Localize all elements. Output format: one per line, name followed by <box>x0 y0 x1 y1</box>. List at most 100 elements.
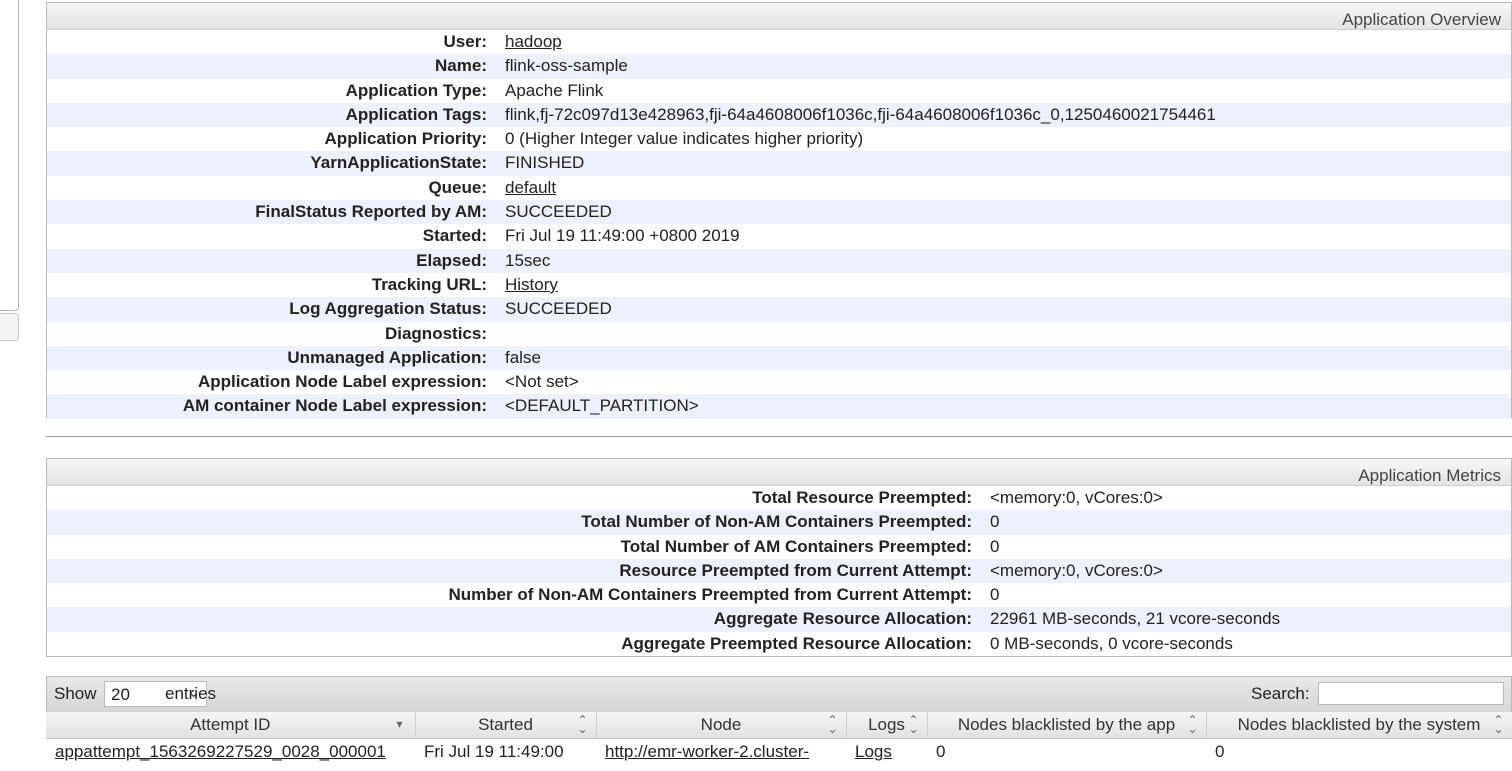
info-label: Application Type: <box>345 80 487 100</box>
info-label: FinalStatus Reported by AM: <box>255 202 487 222</box>
info-row: Log Aggregation Status: SUCCEEDED <box>47 297 1511 322</box>
info-value: Apache Flink <box>505 80 604 100</box>
info-row: YarnApplicationState: FINISHED <box>47 151 1511 176</box>
info-row: Application Priority: 0 (Higher Integer v… <box>47 127 1511 151</box>
column-header-label: Logs <box>868 715 905 734</box>
column-header-label: Started <box>478 715 533 734</box>
info-label: Number of Non-AM Containers Preempted fr… <box>448 585 972 605</box>
info-value-link[interactable]: History <box>505 273 558 297</box>
info-label: Name: <box>435 56 487 76</box>
info-value: <memory:0, vCores:0> <box>990 488 1163 507</box>
column-header[interactable]: Nodes blacklisted by the app ⌃ ⌄ <box>927 712 1207 739</box>
nav-section-collapsed[interactable] <box>0 313 19 341</box>
sort-icon: ⌃ ⌄ <box>1187 713 1198 736</box>
info-label: Unmanaged Application: <box>287 347 487 367</box>
info-label: Diagnostics: <box>384 323 487 343</box>
column-header[interactable]: Attempt ID ▾ <box>46 712 416 739</box>
info-value: SUCCEEDED <box>505 202 612 222</box>
sort-icon: ⌃ ⌄ <box>1493 713 1504 736</box>
column-header-label: Attempt ID <box>190 715 271 734</box>
column-header[interactable]: Nodes blacklisted by the system ⌃ ⌄ <box>1206 712 1512 739</box>
info-row: Total Number of Non-AM Containers Preemp… <box>47 510 1511 535</box>
column-header[interactable]: Started ⌃ ⌄ <box>415 712 597 739</box>
info-value-link[interactable]: default <box>505 176 556 200</box>
info-label: Application Node Label expression: <box>197 372 487 392</box>
info-row: AM container Node Label expression: <DEFA… <box>47 394 1511 419</box>
info-label: Application Priority: <box>324 129 487 149</box>
search-label: Search: <box>1251 684 1310 703</box>
info-row: Application Type: Apache Flink <box>47 79 1511 103</box>
info-row: FinalStatus Reported by AM: SUCCEEDED <box>47 200 1511 225</box>
info-row: Total Number of AM Containers Preempted:… <box>47 535 1511 559</box>
info-row: Queue: default <box>47 176 1511 200</box>
info-label: Aggregate Preempted Resource Allocation: <box>621 633 972 653</box>
section-divider <box>46 436 1512 437</box>
column-header[interactable]: Logs ⌃ ⌄ <box>846 712 928 739</box>
info-label: AM container Node Label expression: <box>182 396 487 416</box>
info-label: Queue: <box>428 177 487 197</box>
table-toolbar: Show 20 ⌄ entries Search: <box>46 676 1512 713</box>
viewport-bottom <box>0 765 1512 771</box>
info-value: <DEFAULT_PARTITION> <box>505 396 699 416</box>
attempts-table: Attempt ID ▾ Started ⌃ ⌄ Node ⌃ ⌄ Logs ⌃ ⌄ Nodes bl… <box>46 712 1512 770</box>
info-value: 0 (Higher Integer value indicates higher… <box>505 129 864 149</box>
info-row: Application Node Label expression: <Not s… <box>47 370 1511 394</box>
info-label: Elapsed: <box>416 250 487 270</box>
info-row: Tracking URL: History <box>47 273 1511 297</box>
overview-header: Application Overview <box>47 3 1511 30</box>
column-header-label: Nodes blacklisted by the app <box>957 715 1176 734</box>
info-label: Resource Preempted from Current Attempt: <box>619 560 972 580</box>
info-row: Aggregate Preempted Resource Allocation:… <box>47 632 1511 656</box>
sort-desc-icon: ▾ <box>396 717 403 731</box>
info-label: Log Aggregation Status: <box>289 299 487 319</box>
show-label: Show <box>54 684 97 703</box>
application-overview-panel: Application Overview User: hadoop Name: fli… <box>46 2 1512 419</box>
info-value: <memory:0, vCores:0> <box>990 560 1163 580</box>
page-size-value: 20 <box>111 685 130 704</box>
left-nav-panel <box>0 0 19 311</box>
info-value: flink-oss-sample <box>505 56 628 76</box>
info-label: Total Resource Preempted: <box>752 488 972 507</box>
column-header[interactable]: Node ⌃ ⌄ <box>596 712 847 739</box>
column-header-label: Nodes blacklisted by the system <box>1237 715 1481 734</box>
info-value: Fri Jul 19 11:49:00 +0800 2019 <box>505 226 740 246</box>
info-row: Total Resource Preempted: <memory:0, vCor… <box>47 486 1511 510</box>
column-header-label: Node <box>700 715 742 734</box>
info-label: Total Number of AM Containers Preempted: <box>620 536 972 556</box>
info-value: 0 <box>990 585 1000 605</box>
info-row: Application Tags: flink,fj-72c097d13e4289… <box>47 102 1511 128</box>
info-value: 0 <box>990 512 1000 532</box>
info-value: <Not set> <box>505 372 579 392</box>
metrics-title: Application Metrics <box>1358 466 1501 485</box>
info-value: 0 <box>990 536 1000 556</box>
sort-icon: ⌃ ⌄ <box>908 713 919 736</box>
info-row: Number of Non-AM Containers Preempted fr… <box>47 583 1511 607</box>
info-label: Total Number of Non-AM Containers Preemp… <box>581 512 972 532</box>
info-row: Diagnostics: <box>47 322 1511 346</box>
info-label: Tracking URL: <box>371 274 487 294</box>
sort-icon: ⌃ ⌄ <box>827 713 838 736</box>
info-value: SUCCEEDED <box>505 299 612 319</box>
metrics-header: Application Metrics <box>47 459 1511 486</box>
info-row: Unmanaged Application: false <box>47 345 1511 371</box>
info-label: Started: <box>422 226 487 246</box>
entries-label: entries <box>165 684 217 703</box>
info-row: Started: Fri Jul 19 11:49:00 +0800 2019 <box>47 224 1511 248</box>
info-value: false <box>505 347 541 367</box>
info-row: Aggregate Resource Allocation: 22961 MB-s… <box>47 607 1511 632</box>
info-value: 0 MB-seconds, 0 vcore-seconds <box>990 633 1233 653</box>
info-row: User: hadoop <box>47 30 1511 54</box>
search-input[interactable] <box>1318 682 1504 705</box>
sort-icon: ⌃ ⌄ <box>577 713 588 736</box>
info-value: 22961 MB-seconds, 21 vcore-seconds <box>990 609 1281 629</box>
info-value: flink,fj-72c097d13e428963,fji-64a4608006… <box>505 104 1216 124</box>
info-row: Resource Preempted from Current Attempt:… <box>47 558 1511 584</box>
info-value: FINISHED <box>505 153 585 173</box>
info-label: Application Tags: <box>345 104 487 124</box>
info-value: 15sec <box>505 250 551 270</box>
application-metrics-panel: Application Metrics Total Resource Preem… <box>46 458 1512 657</box>
overview-title: Application Overview <box>1342 10 1501 29</box>
info-label: User: <box>443 32 487 51</box>
info-value-link[interactable]: hadoop <box>505 30 562 54</box>
info-label: Aggregate Resource Allocation: <box>713 609 972 629</box>
